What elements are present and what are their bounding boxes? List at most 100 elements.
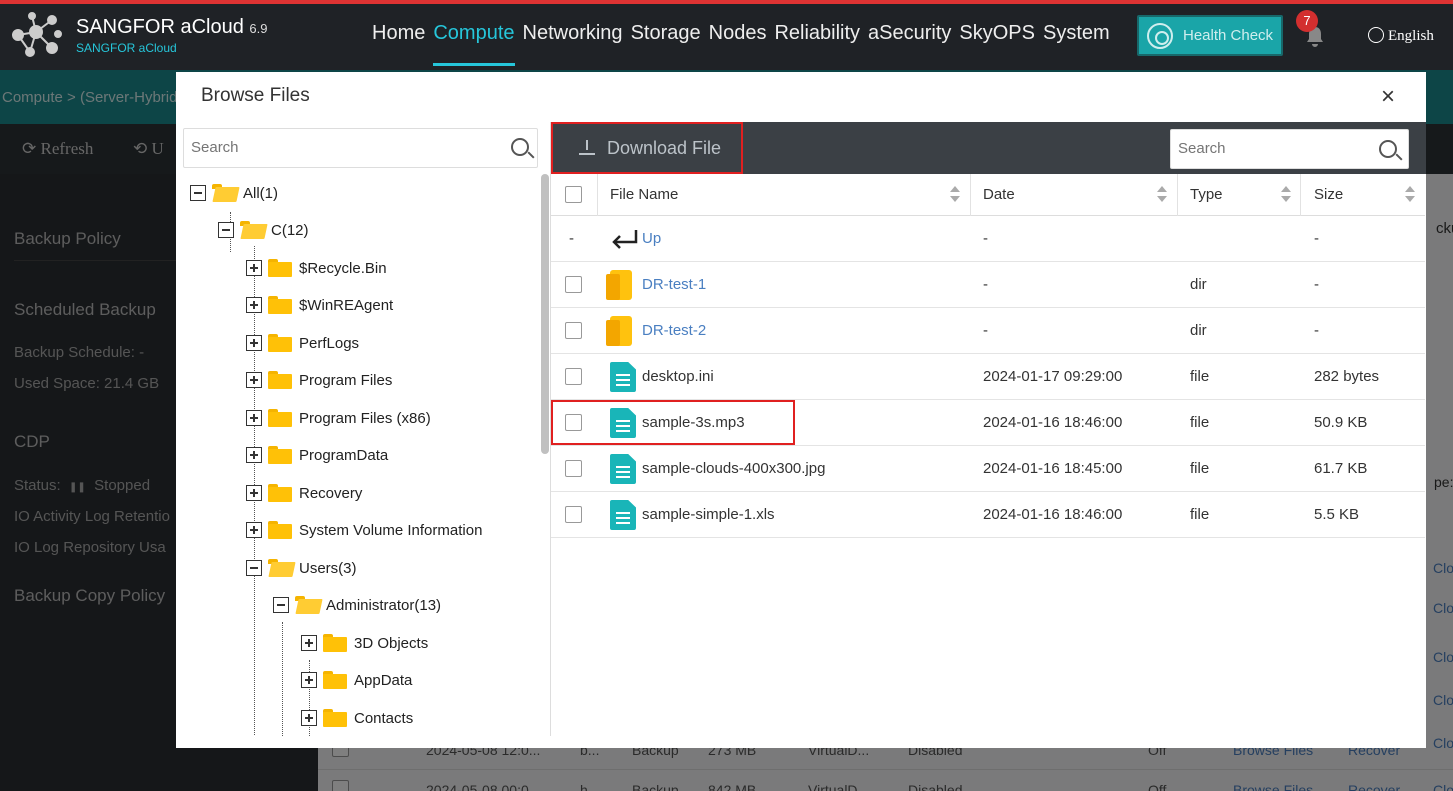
health-check-button[interactable]: Health Check xyxy=(1137,15,1283,56)
tree-node-recycle-bin[interactable]: $Recycle.Bin xyxy=(246,256,387,280)
select-all-checkbox[interactable] xyxy=(565,186,582,203)
nav-compute[interactable]: Compute xyxy=(433,22,515,66)
file-row-desktop-ini[interactable]: desktop.ini 2024-01-17 09:29:00 file 282… xyxy=(551,354,1425,400)
tree-node-system-volume-information[interactable]: System Volume Information xyxy=(246,518,482,542)
file-name: sample-clouds-400x300.jpg xyxy=(642,460,826,477)
folder-icon xyxy=(268,409,292,427)
file-row-sample-simple-xls[interactable]: sample-simple-1.xls 2024-01-16 18:46:00 … xyxy=(551,492,1425,538)
tree-node-programdata[interactable]: ProgramData xyxy=(246,443,388,467)
collapse-icon[interactable] xyxy=(246,560,262,576)
expand-icon[interactable] xyxy=(246,485,262,501)
folder-icon xyxy=(268,371,292,389)
tree-node-recovery[interactable]: Recovery xyxy=(246,481,362,505)
tree-node-contacts[interactable]: Contacts xyxy=(301,706,413,730)
collapse-icon[interactable] xyxy=(218,222,234,238)
tree-node-all[interactable]: All(1) xyxy=(190,181,278,205)
expand-icon[interactable] xyxy=(301,635,317,651)
folder-open-icon xyxy=(212,184,236,202)
nav-nodes[interactable]: Nodes xyxy=(709,22,767,66)
tree-node-appdata[interactable]: AppData xyxy=(301,668,412,692)
file-row-dr-test-1[interactable]: DR-test-1 - dir - xyxy=(551,262,1425,308)
expand-icon[interactable] xyxy=(246,522,262,538)
up-arrow-icon xyxy=(612,230,638,249)
collapse-icon[interactable] xyxy=(190,185,206,201)
brand-title: SANGFOR aCloud 6.9 xyxy=(76,16,268,38)
nav-reliability[interactable]: Reliability xyxy=(774,22,860,66)
sort-icon[interactable] xyxy=(1157,185,1167,205)
expand-icon[interactable] xyxy=(246,335,262,351)
column-header-name[interactable]: File Name xyxy=(610,186,678,203)
column-divider xyxy=(970,174,971,216)
nav-asecurity[interactable]: aSecurity xyxy=(868,22,951,66)
expand-icon[interactable] xyxy=(246,260,262,276)
expand-icon[interactable] xyxy=(246,372,262,388)
nav-system[interactable]: System xyxy=(1043,22,1110,66)
close-icon[interactable]: × xyxy=(1381,85,1395,109)
tree-node-program-files-x86[interactable]: Program Files (x86) xyxy=(246,406,431,430)
tree-search-box xyxy=(183,128,538,168)
file-name-link[interactable]: DR-test-1 xyxy=(642,276,706,293)
sort-icon[interactable] xyxy=(950,185,960,205)
tree-node-winreagent[interactable]: $WinREAgent xyxy=(246,293,393,317)
folder-icon xyxy=(268,334,292,352)
expand-icon[interactable] xyxy=(246,410,262,426)
column-divider xyxy=(1300,174,1301,216)
row-checkbox[interactable] xyxy=(565,276,582,293)
nav-home[interactable]: Home xyxy=(372,22,425,66)
file-row-sample-clouds-jpg[interactable]: sample-clouds-400x300.jpg 2024-01-16 18:… xyxy=(551,446,1425,492)
column-header-type[interactable]: Type xyxy=(1190,186,1223,203)
column-header-size[interactable]: Size xyxy=(1314,186,1343,203)
file-name: sample-simple-1.xls xyxy=(642,506,775,523)
folder-icon xyxy=(323,709,347,727)
sort-icon[interactable] xyxy=(1405,185,1415,205)
health-check-icon xyxy=(1147,22,1173,49)
expand-icon[interactable] xyxy=(246,297,262,313)
tree-connector xyxy=(282,622,283,736)
tree-node-c[interactable]: C(12) xyxy=(218,218,309,242)
folder-open-icon xyxy=(240,221,264,239)
download-icon xyxy=(579,140,595,156)
tree-node-users[interactable]: Users(3) xyxy=(246,556,357,580)
search-icon[interactable] xyxy=(1379,140,1397,158)
folder-open-icon xyxy=(295,596,319,614)
sort-icon[interactable] xyxy=(1281,185,1291,205)
expand-icon[interactable] xyxy=(246,447,262,463)
row-checkbox[interactable] xyxy=(565,368,582,385)
nav-skyops[interactable]: SkyOPS xyxy=(959,22,1035,66)
file-name: desktop.ini xyxy=(642,368,714,385)
folder-icon xyxy=(268,484,292,502)
expand-icon[interactable] xyxy=(301,710,317,726)
search-icon[interactable] xyxy=(511,138,529,156)
expand-icon[interactable] xyxy=(301,672,317,688)
tree-node-administrator[interactable]: Administrator(13) xyxy=(273,593,441,617)
row-checkbox[interactable] xyxy=(565,506,582,523)
nav-storage[interactable]: Storage xyxy=(631,22,701,66)
highlight-box xyxy=(551,400,795,445)
column-divider xyxy=(1177,174,1178,216)
folder-icon xyxy=(323,634,347,652)
column-divider xyxy=(597,174,598,216)
file-list-footer xyxy=(551,736,1426,748)
language-selector[interactable]: English xyxy=(1368,27,1434,45)
file-name-link[interactable]: Up xyxy=(642,230,661,247)
tree-scrollbar[interactable] xyxy=(541,174,549,454)
sangfor-logo-icon xyxy=(12,12,62,57)
row-checkbox[interactable] xyxy=(565,460,582,477)
tree-node-program-files[interactable]: Program Files xyxy=(246,368,392,392)
column-header-date[interactable]: Date xyxy=(983,186,1015,203)
file-table-header: File Name Date Type Size xyxy=(551,174,1425,216)
file-row-up[interactable]: - Up - - xyxy=(551,216,1425,262)
file-name-link[interactable]: DR-test-2 xyxy=(642,322,706,339)
row-checkbox[interactable] xyxy=(565,322,582,339)
file-row-dr-test-2[interactable]: DR-test-2 - dir - xyxy=(551,308,1425,354)
file-search-input[interactable] xyxy=(1178,140,1368,157)
tree-search-input[interactable] xyxy=(191,139,491,156)
download-file-button[interactable]: Download File xyxy=(551,122,743,174)
tree-node-3d-objects[interactable]: 3D Objects xyxy=(301,631,428,655)
folder-icon xyxy=(268,521,292,539)
nav-networking[interactable]: Networking xyxy=(523,22,623,66)
collapse-icon[interactable] xyxy=(273,597,289,613)
folder-tree-panel: All(1) C(12) $Recycle.Bin $WinREAgent Pe… xyxy=(176,122,551,736)
file-search-box xyxy=(1170,129,1409,169)
tree-node-perflogs[interactable]: PerfLogs xyxy=(246,331,359,355)
